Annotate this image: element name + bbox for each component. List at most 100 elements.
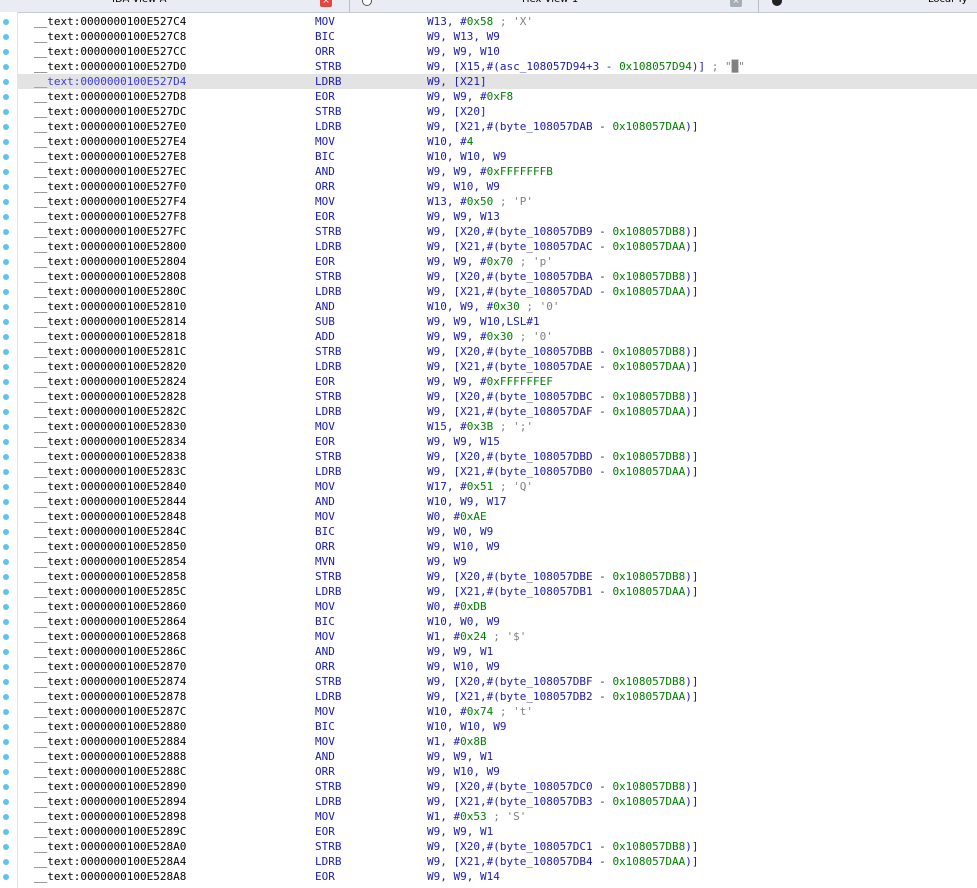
mnemonic[interactable]: LDRB — [315, 689, 342, 704]
operands[interactable]: W9, W9, W1 — [427, 644, 493, 659]
breakpoint-dot-icon[interactable] — [3, 379, 9, 385]
operands[interactable]: W9, W9 — [427, 554, 467, 569]
disasm-row[interactable]: __text:0000000100E52814 SUB W9, W9, W10,LS… — [18, 314, 977, 329]
disasm-row[interactable]: __text:0000000100E52850 ORR W9, W10, W9 — [18, 539, 977, 554]
breakpoint-dot-icon[interactable] — [3, 19, 9, 25]
operands[interactable]: W9, W10, W9 — [427, 764, 500, 779]
operands[interactable]: W10, #4 — [427, 134, 473, 149]
mnemonic[interactable]: LDRB — [315, 284, 342, 299]
disasm-row[interactable]: __text:0000000100E52890 STRB W9, [X20,#(by… — [18, 779, 977, 794]
address-label[interactable]: __text:0000000100E52800 — [34, 239, 186, 254]
breakpoint-dot-icon[interactable] — [3, 544, 9, 550]
address-label[interactable]: __text:0000000100E5286C — [34, 644, 186, 659]
operands[interactable]: W1, #0x24 ; '$' — [427, 629, 526, 644]
address-label[interactable]: __text:0000000100E52820 — [34, 359, 186, 374]
disasm-row[interactable]: __text:0000000100E52868 MOV W1, #0x24 ; '$… — [18, 629, 977, 644]
address-label[interactable]: __text:0000000100E527E8 — [34, 149, 186, 164]
breakpoint-dot-icon[interactable] — [3, 439, 9, 445]
mnemonic[interactable]: LDRB — [315, 239, 342, 254]
disasm-row[interactable]: __text:0000000100E52820 LDRB W9, [X21,#(by… — [18, 359, 977, 374]
mnemonic[interactable]: STRB — [315, 269, 342, 284]
disasm-row[interactable]: __text:0000000100E52848 MOV W0, #0xAE — [18, 509, 977, 524]
disasm-row[interactable]: __text:0000000100E527EC AND W9, W9, #0xFFF… — [18, 164, 977, 179]
address-label[interactable]: __text:0000000100E52844 — [34, 494, 186, 509]
operands[interactable]: W9, W9, W15 — [427, 434, 500, 449]
disasm-row[interactable]: __text:0000000100E5282C LDRB W9, [X21,#(by… — [18, 404, 977, 419]
disasm-row[interactable]: __text:0000000100E52844 AND W10, W9, W17 — [18, 494, 977, 509]
breakpoint-dot-icon[interactable] — [3, 739, 9, 745]
mnemonic[interactable]: MOV — [315, 629, 335, 644]
tab-local-types[interactable]: Local Ty — [928, 0, 968, 12]
disasm-row[interactable]: __text:0000000100E5281C STRB W9, [X20,#(by… — [18, 344, 977, 359]
address-label[interactable]: __text:0000000100E52830 — [34, 419, 186, 434]
close-icon[interactable]: × — [730, 0, 742, 7]
breakpoint-dot-icon[interactable] — [3, 274, 9, 280]
disasm-row[interactable]: __text:0000000100E52860 MOV W0, #0xDB — [18, 599, 977, 614]
disasm-row[interactable]: __text:0000000100E527FC STRB W9, [X20,#(by… — [18, 224, 977, 239]
mnemonic[interactable]: STRB — [315, 674, 342, 689]
mnemonic[interactable]: ORR — [315, 539, 335, 554]
mnemonic[interactable]: LDRB — [315, 74, 342, 89]
mnemonic[interactable]: STRB — [315, 779, 342, 794]
address-label[interactable]: __text:0000000100E527F0 — [34, 179, 186, 194]
disasm-row[interactable]: __text:0000000100E52880 BIC W10, W10, W9 — [18, 719, 977, 734]
breakpoint-dot-icon[interactable] — [3, 559, 9, 565]
mnemonic[interactable]: AND — [315, 299, 335, 314]
breakpoint-dot-icon[interactable] — [3, 454, 9, 460]
mnemonic[interactable]: EOR — [315, 374, 335, 389]
address-label[interactable]: __text:0000000100E52874 — [34, 674, 186, 689]
operands[interactable]: W9, W10, W9 — [427, 659, 500, 674]
mnemonic[interactable]: BIC — [315, 719, 335, 734]
breakpoint-dot-icon[interactable] — [3, 844, 9, 850]
breakpoint-dot-icon[interactable] — [3, 394, 9, 400]
address-label[interactable]: __text:0000000100E52888 — [34, 749, 186, 764]
breakpoint-dot-icon[interactable] — [3, 769, 9, 775]
operands[interactable]: W17, #0x51 ; 'Q' — [427, 479, 533, 494]
operands[interactable]: W9, W9, #0x70 ; 'p' — [427, 254, 553, 269]
disasm-row[interactable]: __text:0000000100E5286C AND W9, W9, W1 — [18, 644, 977, 659]
breakpoint-dot-icon[interactable] — [3, 49, 9, 55]
address-label[interactable]: __text:0000000100E52828 — [34, 389, 186, 404]
operands[interactable]: W9, [X20,#(byte_108057DC0 - 0x108057DB8)… — [427, 779, 699, 794]
disasm-row[interactable]: __text:0000000100E52894 LDRB W9, [X21,#(by… — [18, 794, 977, 809]
mnemonic[interactable]: STRB — [315, 389, 342, 404]
breakpoint-dot-icon[interactable] — [3, 409, 9, 415]
mnemonic[interactable]: SUB — [315, 314, 335, 329]
operands[interactable]: W1, #0x53 ; 'S' — [427, 809, 526, 824]
disasm-row[interactable]: __text:0000000100E52808 STRB W9, [X20,#(by… — [18, 269, 977, 284]
operands[interactable]: W9, W10, W9 — [427, 179, 500, 194]
mnemonic[interactable]: STRB — [315, 104, 342, 119]
address-label[interactable]: __text:0000000100E52804 — [34, 254, 186, 269]
operands[interactable]: W10, W9, #0x30 ; '0' — [427, 299, 559, 314]
operands[interactable]: W15, #0x3B ; ';' — [427, 419, 533, 434]
operands[interactable]: W10, W0, W9 — [427, 614, 500, 629]
disasm-row[interactable]: __text:0000000100E528A8 EOR W9, W9, W14 — [18, 869, 977, 884]
address-label[interactable]: __text:0000000100E527F4 — [34, 194, 186, 209]
address-label[interactable]: __text:0000000100E52840 — [34, 479, 186, 494]
address-label[interactable]: __text:0000000100E52838 — [34, 449, 186, 464]
mnemonic[interactable]: BIC — [315, 614, 335, 629]
disasm-row[interactable]: __text:0000000100E52810 AND W10, W9, #0x30… — [18, 299, 977, 314]
operands[interactable]: W9, [X21,#(byte_108057DAF - 0x108057DAA)… — [427, 404, 699, 419]
operands[interactable]: W13, #0x58 ; 'X' — [427, 14, 533, 29]
breakpoint-dot-icon[interactable] — [3, 724, 9, 730]
mnemonic[interactable]: ORR — [315, 44, 335, 59]
address-label[interactable]: __text:0000000100E5289C — [34, 824, 186, 839]
mnemonic[interactable]: MOV — [315, 419, 335, 434]
address-label[interactable]: __text:0000000100E528A8 — [34, 869, 186, 884]
operands[interactable]: W13, #0x50 ; 'P' — [427, 194, 533, 209]
operands[interactable]: W9, [X21,#(byte_108057DAB - 0x108057DAA)… — [427, 119, 699, 134]
breakpoint-dot-icon[interactable] — [3, 94, 9, 100]
mnemonic[interactable]: LDRB — [315, 794, 342, 809]
mnemonic[interactable]: MOV — [315, 14, 335, 29]
mnemonic[interactable]: LDRB — [315, 119, 342, 134]
disasm-row[interactable]: __text:0000000100E52818 ADD W9, W9, #0x30 … — [18, 329, 977, 344]
disasm-row[interactable]: __text:0000000100E5283C LDRB W9, [X21,#(by… — [18, 464, 977, 479]
address-label[interactable]: __text:0000000100E527DC — [34, 104, 186, 119]
address-label[interactable]: __text:0000000100E52808 — [34, 269, 186, 284]
mnemonic[interactable]: STRB — [315, 839, 342, 854]
breakpoint-dot-icon[interactable] — [3, 244, 9, 250]
disasm-row[interactable]: __text:0000000100E52858 STRB W9, [X20,#(by… — [18, 569, 977, 584]
address-label[interactable]: __text:0000000100E5281C — [34, 344, 186, 359]
mnemonic[interactable]: LDRB — [315, 359, 342, 374]
